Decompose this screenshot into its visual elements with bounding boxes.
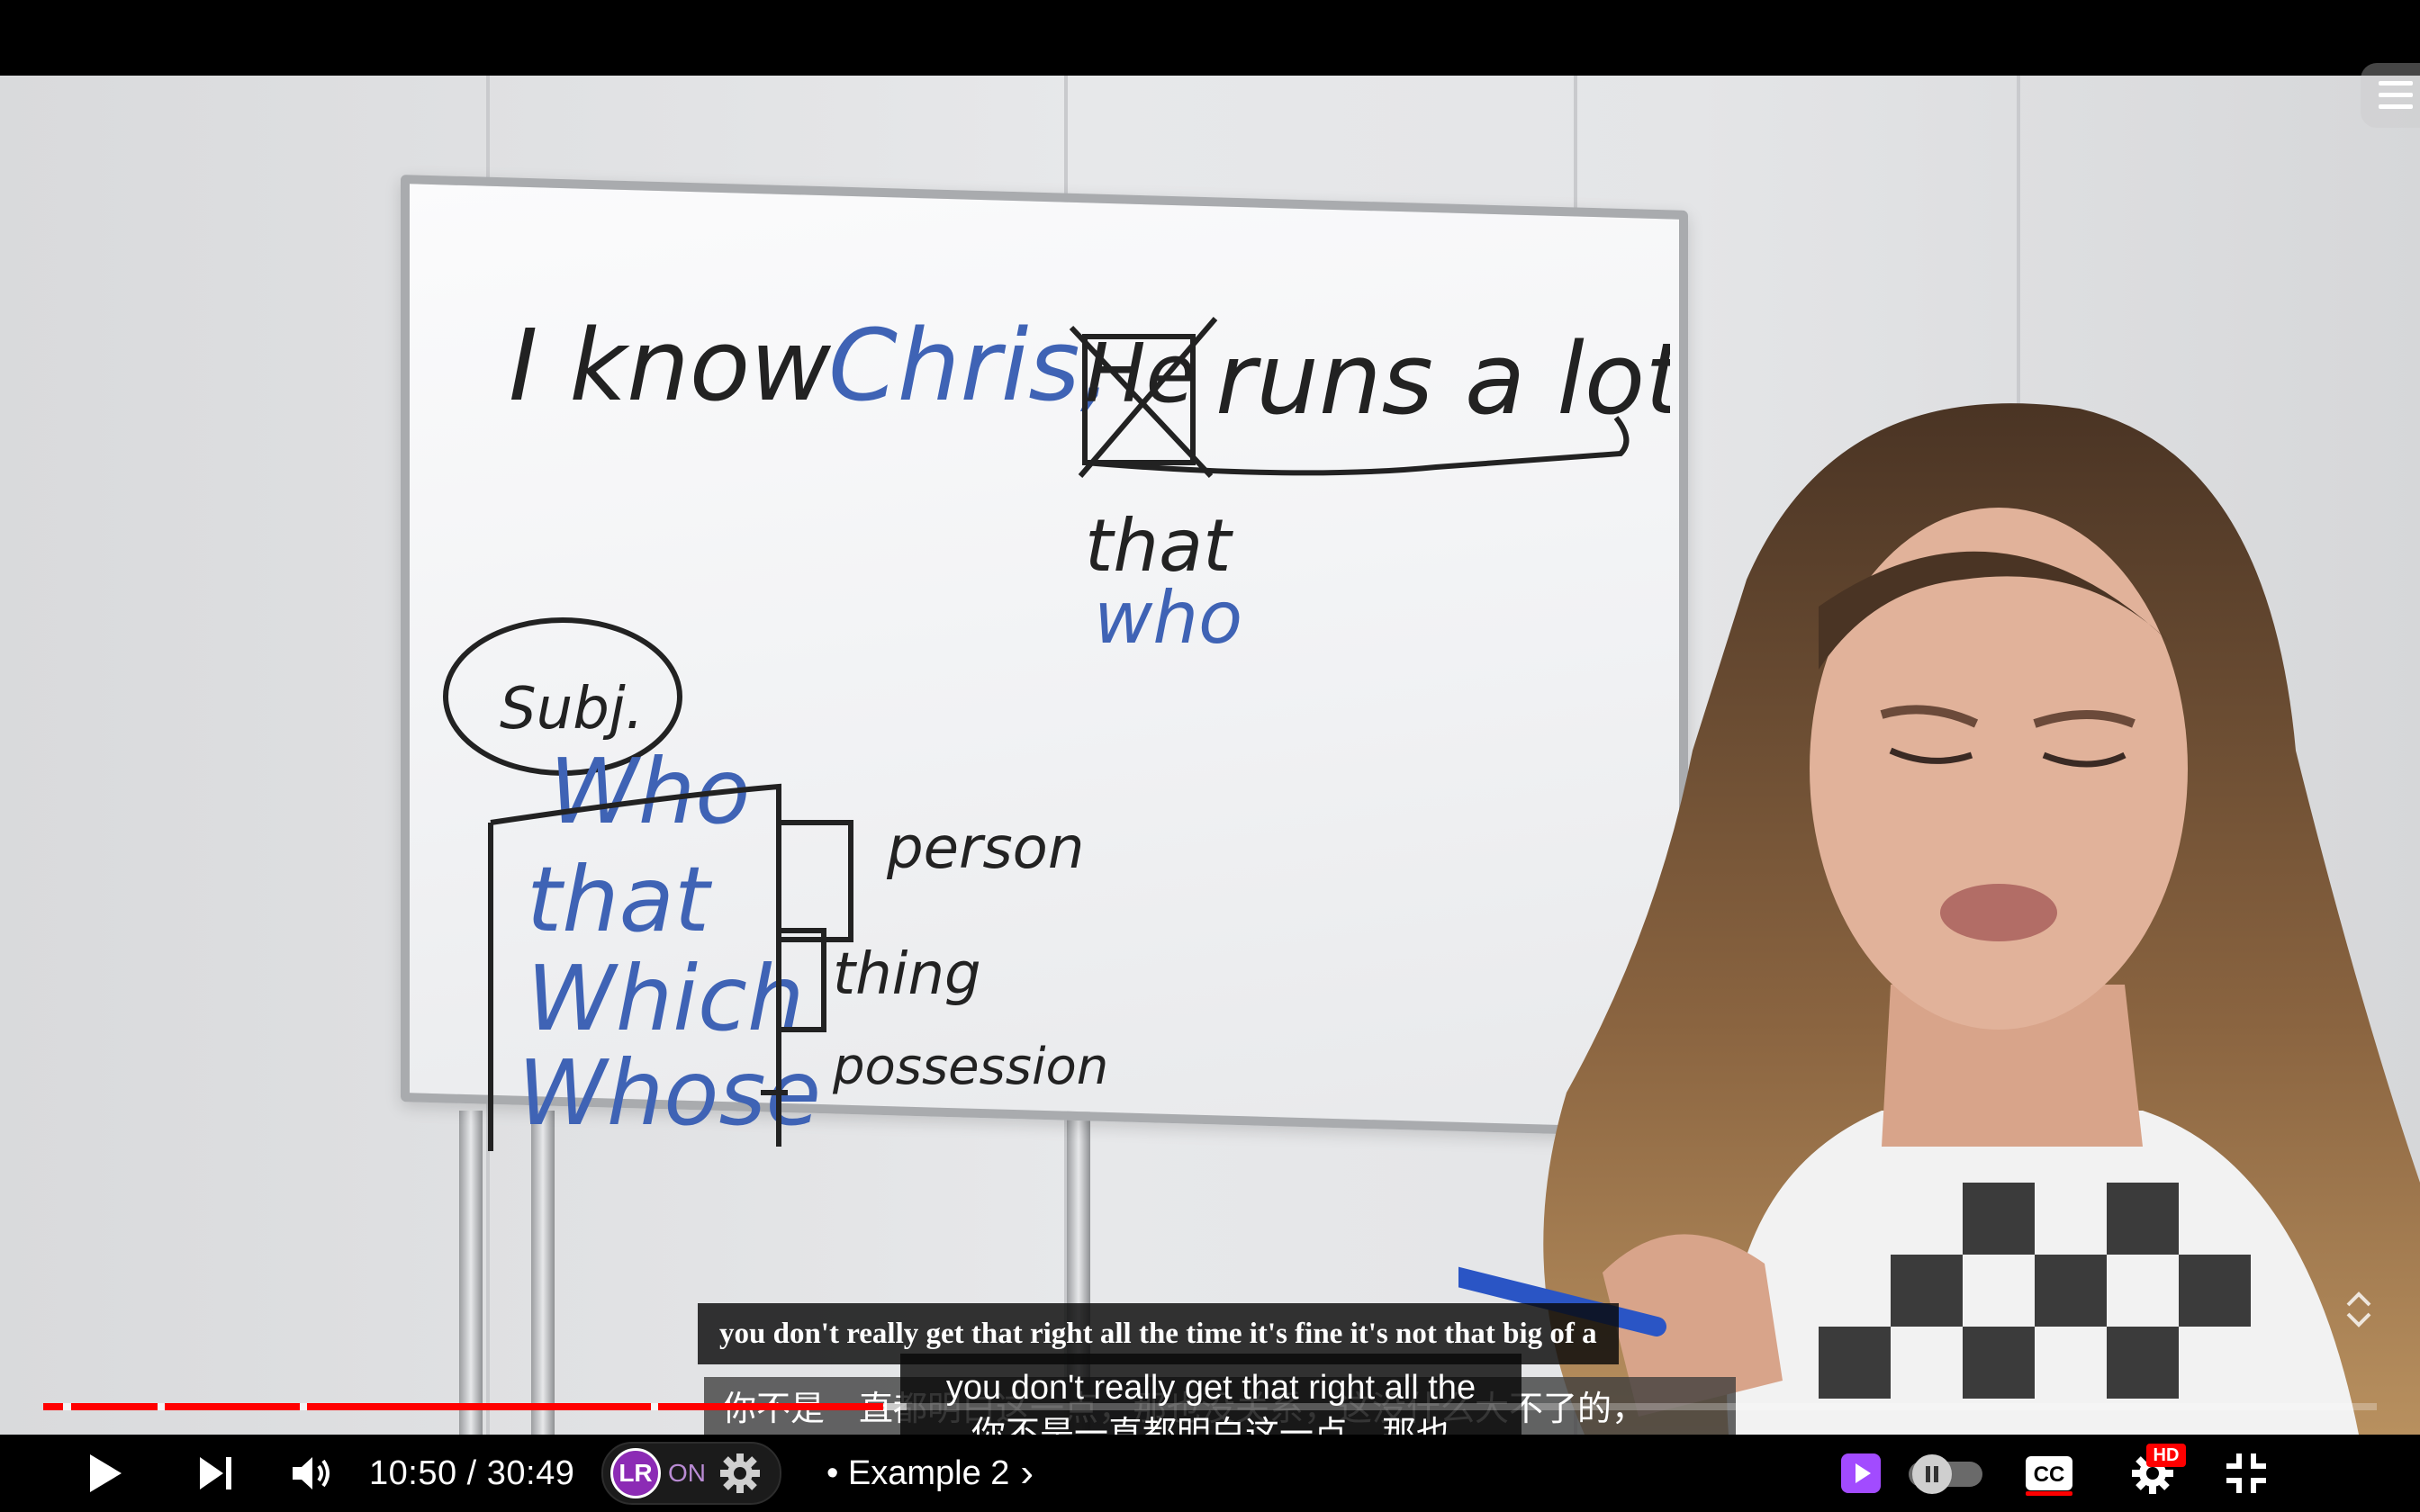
play-icon <box>90 1454 122 1492</box>
language-reactor-logo: LR <box>610 1448 661 1498</box>
video-player[interactable]: I know Chris, He runs a lot. that who Su… <box>0 0 2420 1512</box>
language-reactor-toggle[interactable]: LR ON <box>601 1442 781 1505</box>
progress-bar[interactable] <box>43 1403 2377 1410</box>
next-button[interactable] <box>185 1435 248 1512</box>
board-text-who: who <box>1094 576 1242 660</box>
board-text-i-know: I know <box>509 308 832 423</box>
closed-captions-icon: CC <box>2026 1456 2072 1490</box>
chapter-played <box>71 1403 158 1410</box>
subtitles-active-indicator <box>2026 1491 2072 1496</box>
board-stand-leg <box>459 1111 483 1435</box>
board-text-subj: Subj. <box>500 676 644 742</box>
chapter-played <box>43 1403 63 1410</box>
miniplayer-button[interactable] <box>1835 1435 1887 1512</box>
native-caption-box: you don't really get that right all the … <box>900 1354 1522 1435</box>
chapter-played <box>165 1403 300 1410</box>
fullscreen-exit-button[interactable] <box>2215 1435 2278 1512</box>
chapter-title-button[interactable]: • Example 2 › <box>826 1435 1034 1512</box>
volume-button[interactable] <box>281 1435 344 1512</box>
exit-fullscreen-icon <box>2226 1454 2266 1493</box>
skip-next-icon <box>200 1457 231 1490</box>
hd-badge: HD <box>2146 1444 2186 1467</box>
subtitles-button[interactable]: CC <box>2020 1435 2078 1512</box>
miniplayer-play-icon <box>1841 1454 1881 1493</box>
subtitle-position-icon[interactable] <box>2341 1287 2377 1332</box>
board-text-category: person <box>886 815 1084 882</box>
svg-text:CC: CC <box>2034 1462 2065 1487</box>
language-reactor-status: ON <box>668 1459 706 1487</box>
chapter-played <box>307 1403 651 1410</box>
video-frame[interactable]: I know Chris, He runs a lot. that who Su… <box>0 76 2420 1435</box>
native-caption-chinese: 你不是一直都明白这一点，那也 <box>971 1416 1450 1435</box>
control-bar: 10:50 / 30:49 LR ON • Example 2 › CC <box>0 1435 2420 1512</box>
chapter-label: • Example 2 <box>826 1454 1010 1492</box>
volume-icon <box>293 1457 330 1490</box>
autoplay-knob <box>1912 1454 1952 1494</box>
board-text-chris: Chris, <box>828 308 1112 423</box>
board-text-category: possession <box>832 1038 1108 1096</box>
presenter <box>1458 403 2420 1435</box>
play-button[interactable] <box>74 1435 137 1512</box>
board-text-pronoun: Which <box>527 946 804 1051</box>
pause-icon <box>1926 1466 1938 1482</box>
chevron-right-icon: › <box>1020 1451 1034 1495</box>
time-display: 10:50 / 30:49 <box>369 1454 575 1492</box>
board-text-category: thing <box>833 941 981 1008</box>
presenter-mouth <box>1940 884 2057 941</box>
board-text-pronoun: that <box>527 847 713 952</box>
hamburger-menu-icon[interactable] <box>2361 63 2420 128</box>
gear-icon[interactable] <box>718 1452 762 1495</box>
chapter-played-current <box>658 1403 883 1410</box>
board-stand-leg <box>531 1111 555 1435</box>
